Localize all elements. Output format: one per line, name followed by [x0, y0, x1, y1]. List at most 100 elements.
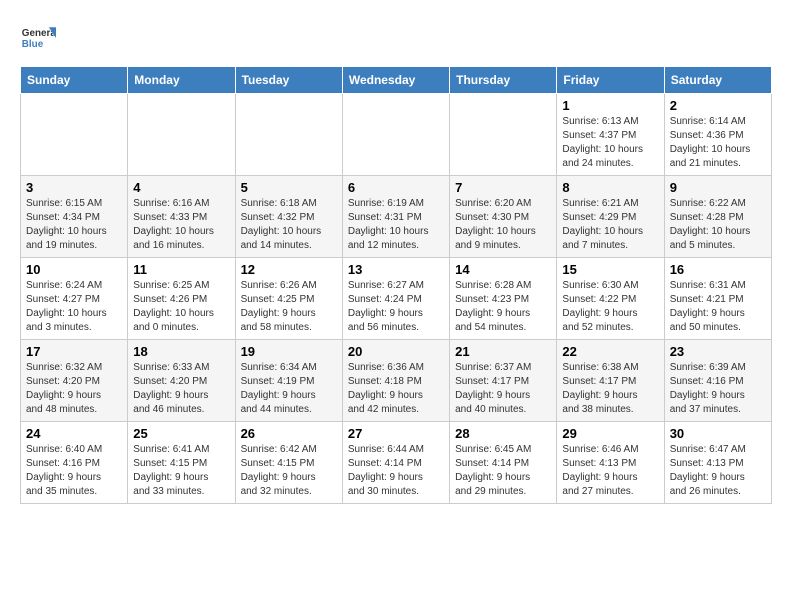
calendar-cell: 10 Sunrise: 6:24 AM Sunset: 4:27 PM Dayli… — [21, 258, 128, 340]
day-info: Sunrise: 6:33 AM Sunset: 4:20 PM Dayligh… — [133, 361, 229, 417]
calendar-cell — [342, 94, 449, 176]
day-number: 17 — [26, 344, 122, 359]
day-info: Sunrise: 6:47 AM Sunset: 4:13 PM Dayligh… — [670, 443, 766, 499]
calendar-cell: 20 Sunrise: 6:36 AM Sunset: 4:18 PM Dayli… — [342, 340, 449, 422]
day-number: 16 — [670, 262, 766, 277]
day-info: Sunrise: 6:39 AM Sunset: 4:16 PM Dayligh… — [670, 361, 766, 417]
day-number: 28 — [455, 426, 551, 441]
weekday-header: Sunday — [21, 67, 128, 94]
day-info: Sunrise: 6:38 AM Sunset: 4:17 PM Dayligh… — [562, 361, 658, 417]
day-number: 6 — [348, 180, 444, 195]
day-info: Sunrise: 6:30 AM Sunset: 4:22 PM Dayligh… — [562, 279, 658, 335]
weekday-header: Thursday — [450, 67, 557, 94]
day-number: 14 — [455, 262, 551, 277]
day-number: 22 — [562, 344, 658, 359]
day-info: Sunrise: 6:27 AM Sunset: 4:24 PM Dayligh… — [348, 279, 444, 335]
day-info: Sunrise: 6:34 AM Sunset: 4:19 PM Dayligh… — [241, 361, 337, 417]
day-number: 7 — [455, 180, 551, 195]
day-info: Sunrise: 6:41 AM Sunset: 4:15 PM Dayligh… — [133, 443, 229, 499]
calendar-week-row: 10 Sunrise: 6:24 AM Sunset: 4:27 PM Dayli… — [21, 258, 772, 340]
calendar-week-row: 1Sunrise: 6:13 AM Sunset: 4:37 PM Daylig… — [21, 94, 772, 176]
weekday-header: Tuesday — [235, 67, 342, 94]
calendar-cell: 13 Sunrise: 6:27 AM Sunset: 4:24 PM Dayli… — [342, 258, 449, 340]
day-info: Sunrise: 6:36 AM Sunset: 4:18 PM Dayligh… — [348, 361, 444, 417]
calendar-cell: 6 Sunrise: 6:19 AM Sunset: 4:31 PM Daylig… — [342, 176, 449, 258]
day-info: Sunrise: 6:28 AM Sunset: 4:23 PM Dayligh… — [455, 279, 551, 335]
day-info: Sunrise: 6:16 AM Sunset: 4:33 PM Dayligh… — [133, 197, 229, 253]
calendar-cell — [21, 94, 128, 176]
calendar-cell: 3 Sunrise: 6:15 AM Sunset: 4:34 PM Daylig… — [21, 176, 128, 258]
day-info: Sunrise: 6:32 AM Sunset: 4:20 PM Dayligh… — [26, 361, 122, 417]
calendar-table: SundayMondayTuesdayWednesdayThursdayFrid… — [20, 66, 772, 504]
calendar-cell: 21 Sunrise: 6:37 AM Sunset: 4:17 PM Dayli… — [450, 340, 557, 422]
day-number: 10 — [26, 262, 122, 277]
calendar-cell: 9 Sunrise: 6:22 AM Sunset: 4:28 PM Daylig… — [664, 176, 771, 258]
header: General Blue — [20, 20, 772, 56]
calendar-cell: 2 Sunrise: 6:14 AM Sunset: 4:36 PM Daylig… — [664, 94, 771, 176]
day-info: Sunrise: 6:37 AM Sunset: 4:17 PM Dayligh… — [455, 361, 551, 417]
day-info: Sunrise: 6:44 AM Sunset: 4:14 PM Dayligh… — [348, 443, 444, 499]
calendar-week-row: 17 Sunrise: 6:32 AM Sunset: 4:20 PM Dayli… — [21, 340, 772, 422]
day-info: Sunrise: 6:40 AM Sunset: 4:16 PM Dayligh… — [26, 443, 122, 499]
calendar-cell: 1Sunrise: 6:13 AM Sunset: 4:37 PM Daylig… — [557, 94, 664, 176]
calendar-cell: 14 Sunrise: 6:28 AM Sunset: 4:23 PM Dayli… — [450, 258, 557, 340]
day-info: Sunrise: 6:14 AM Sunset: 4:36 PM Dayligh… — [670, 115, 766, 171]
calendar-cell: 23 Sunrise: 6:39 AM Sunset: 4:16 PM Dayli… — [664, 340, 771, 422]
day-number: 8 — [562, 180, 658, 195]
svg-text:Blue: Blue — [22, 39, 44, 50]
calendar-cell: 15 Sunrise: 6:30 AM Sunset: 4:22 PM Dayli… — [557, 258, 664, 340]
day-info: Sunrise: 6:45 AM Sunset: 4:14 PM Dayligh… — [455, 443, 551, 499]
day-number: 24 — [26, 426, 122, 441]
day-number: 19 — [241, 344, 337, 359]
day-number: 15 — [562, 262, 658, 277]
day-info: Sunrise: 6:15 AM Sunset: 4:34 PM Dayligh… — [26, 197, 122, 253]
calendar-cell: 24 Sunrise: 6:40 AM Sunset: 4:16 PM Dayli… — [21, 422, 128, 504]
day-info: Sunrise: 6:26 AM Sunset: 4:25 PM Dayligh… — [241, 279, 337, 335]
day-info: Sunrise: 6:31 AM Sunset: 4:21 PM Dayligh… — [670, 279, 766, 335]
day-number: 20 — [348, 344, 444, 359]
calendar-cell — [128, 94, 235, 176]
day-number: 25 — [133, 426, 229, 441]
calendar-cell: 8 Sunrise: 6:21 AM Sunset: 4:29 PM Daylig… — [557, 176, 664, 258]
day-number: 12 — [241, 262, 337, 277]
day-number: 2 — [670, 98, 766, 113]
day-number: 30 — [670, 426, 766, 441]
day-info: Sunrise: 6:25 AM Sunset: 4:26 PM Dayligh… — [133, 279, 229, 335]
calendar-body: 1Sunrise: 6:13 AM Sunset: 4:37 PM Daylig… — [21, 94, 772, 504]
day-number: 13 — [348, 262, 444, 277]
day-number: 9 — [670, 180, 766, 195]
day-number: 27 — [348, 426, 444, 441]
calendar-cell: 16 Sunrise: 6:31 AM Sunset: 4:21 PM Dayli… — [664, 258, 771, 340]
weekday-header: Monday — [128, 67, 235, 94]
day-number: 29 — [562, 426, 658, 441]
calendar-week-row: 3 Sunrise: 6:15 AM Sunset: 4:34 PM Daylig… — [21, 176, 772, 258]
calendar-cell — [450, 94, 557, 176]
calendar-cell: 22 Sunrise: 6:38 AM Sunset: 4:17 PM Dayli… — [557, 340, 664, 422]
calendar-cell: 26Sunrise: 6:42 AM Sunset: 4:15 PM Dayli… — [235, 422, 342, 504]
calendar-cell: 27 Sunrise: 6:44 AM Sunset: 4:14 PM Dayli… — [342, 422, 449, 504]
day-info: Sunrise: 6:19 AM Sunset: 4:31 PM Dayligh… — [348, 197, 444, 253]
weekday-header: Saturday — [664, 67, 771, 94]
logo-icon: General Blue — [20, 20, 56, 56]
calendar-header-row: SundayMondayTuesdayWednesdayThursdayFrid… — [21, 67, 772, 94]
calendar-cell: 7Sunrise: 6:20 AM Sunset: 4:30 PM Daylig… — [450, 176, 557, 258]
day-number: 3 — [26, 180, 122, 195]
day-number: 1 — [562, 98, 658, 113]
day-number: 23 — [670, 344, 766, 359]
calendar-cell: 4Sunrise: 6:16 AM Sunset: 4:33 PM Daylig… — [128, 176, 235, 258]
calendar-cell: 30 Sunrise: 6:47 AM Sunset: 4:13 PM Dayli… — [664, 422, 771, 504]
day-info: Sunrise: 6:18 AM Sunset: 4:32 PM Dayligh… — [241, 197, 337, 253]
calendar-cell: 12 Sunrise: 6:26 AM Sunset: 4:25 PM Dayli… — [235, 258, 342, 340]
day-info: Sunrise: 6:24 AM Sunset: 4:27 PM Dayligh… — [26, 279, 122, 335]
calendar-cell: 17 Sunrise: 6:32 AM Sunset: 4:20 PM Dayli… — [21, 340, 128, 422]
day-info: Sunrise: 6:22 AM Sunset: 4:28 PM Dayligh… — [670, 197, 766, 253]
day-number: 18 — [133, 344, 229, 359]
calendar-week-row: 24 Sunrise: 6:40 AM Sunset: 4:16 PM Dayli… — [21, 422, 772, 504]
day-info: Sunrise: 6:21 AM Sunset: 4:29 PM Dayligh… — [562, 197, 658, 253]
logo: General Blue — [20, 20, 56, 56]
day-number: 21 — [455, 344, 551, 359]
calendar-cell: 11Sunrise: 6:25 AM Sunset: 4:26 PM Dayli… — [128, 258, 235, 340]
day-info: Sunrise: 6:42 AM Sunset: 4:15 PM Dayligh… — [241, 443, 337, 499]
weekday-header: Wednesday — [342, 67, 449, 94]
day-info: Sunrise: 6:46 AM Sunset: 4:13 PM Dayligh… — [562, 443, 658, 499]
